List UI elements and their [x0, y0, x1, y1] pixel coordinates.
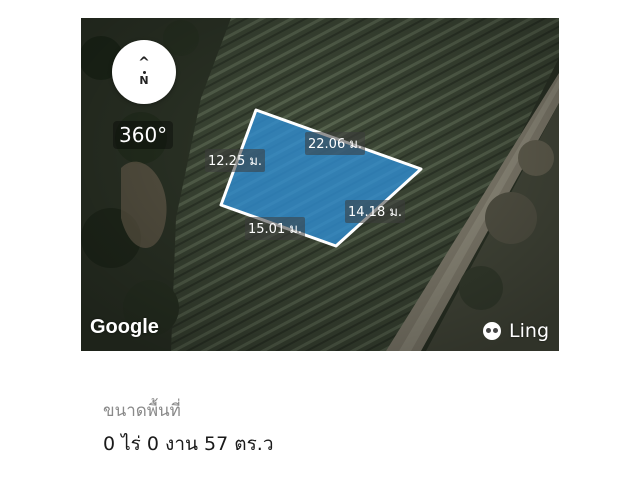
area-value: 0 ไร่ 0 งาน 57 ตร.ว — [103, 433, 274, 455]
area-label: ขนาดพื้นที่ — [103, 401, 181, 421]
satellite-map[interactable]: ^ N 360° 22.06 ม. 12.25 ม. 14.18 ม. 15.0… — [81, 18, 559, 351]
ling-brand-text: Ling — [509, 320, 549, 342]
compass-button[interactable]: ^ N — [112, 40, 176, 104]
dimension-label-top: 22.06 ม. — [305, 132, 366, 155]
north-arrow-icon: ^ — [138, 55, 150, 71]
dimension-label-left: 12.25 ม. — [205, 149, 266, 172]
ling-logo-icon — [483, 322, 502, 340]
heading-readout: 360° — [113, 121, 174, 149]
google-attribution: Google — [90, 316, 159, 338]
dimension-label-right: 14.18 ม. — [345, 200, 406, 223]
ling-watermark: Ling — [483, 320, 549, 342]
dimension-label-bottom: 15.01 ม. — [245, 217, 306, 240]
compass-north-label: N — [139, 74, 149, 87]
